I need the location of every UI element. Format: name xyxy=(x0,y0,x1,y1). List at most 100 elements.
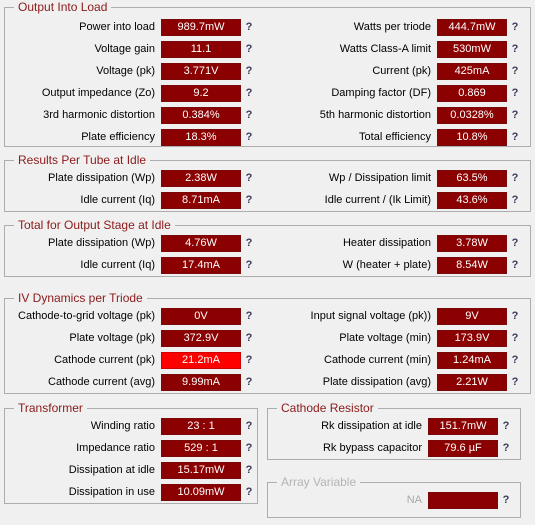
value-cathode-current-avg[interactable]: 9.99mA xyxy=(161,373,241,391)
value-cathode-current-pk[interactable]: 21.2mA xyxy=(161,351,241,369)
value-plate-efficiency[interactable]: 18.3% xyxy=(161,128,241,146)
label-input-signal-voltage-pk: Input signal voltage (pk)) xyxy=(310,310,431,322)
help-icon[interactable]: ? xyxy=(507,20,523,34)
help-icon[interactable]: ? xyxy=(241,20,257,34)
value-plate-dissipation-tube[interactable]: 2.38W xyxy=(161,169,241,187)
help-icon[interactable]: ? xyxy=(241,64,257,78)
label-voltage-pk: Voltage (pk) xyxy=(96,65,155,77)
label-voltage-gain: Voltage gain xyxy=(94,43,155,55)
help-icon[interactable]: ? xyxy=(507,309,523,323)
group-title-transformer: Transformer xyxy=(14,401,87,415)
value-watts-class-a-limit[interactable]: 530mW xyxy=(437,40,507,58)
label-cathode-to-grid-voltage-pk: Cathode-to-grid voltage (pk) xyxy=(18,310,155,322)
value-damping-factor[interactable]: 0.869 xyxy=(437,84,507,102)
help-icon[interactable]: ? xyxy=(507,331,523,345)
help-icon[interactable]: ? xyxy=(241,171,257,185)
value-plate-dissipation-avg[interactable]: 2.21W xyxy=(437,373,507,391)
value-voltage-gain[interactable]: 11.1 xyxy=(161,40,241,58)
row-plate-voltage-pk: Plate voltage (pk) 372.9V ? xyxy=(11,329,257,347)
help-icon[interactable]: ? xyxy=(241,130,257,144)
value-winding-ratio[interactable]: 23 : 1 xyxy=(161,417,241,435)
value-dissipation-at-idle[interactable]: 15.17mW xyxy=(161,461,241,479)
label-dissipation-in-use: Dissipation in use xyxy=(68,486,155,498)
help-icon[interactable]: ? xyxy=(241,193,257,207)
help-icon[interactable]: ? xyxy=(507,64,523,78)
value-idle-current-tube[interactable]: 8.71mA xyxy=(161,191,241,209)
value-power-into-load[interactable]: 989.7mW xyxy=(161,18,241,36)
help-icon[interactable]: ? xyxy=(241,236,257,250)
help-icon[interactable]: ? xyxy=(241,258,257,272)
value-w-heater-plate[interactable]: 8.54W xyxy=(437,256,507,274)
help-icon[interactable]: ? xyxy=(241,86,257,100)
group-output-into-load: Output Into Load Power into load 989.7mW… xyxy=(4,0,531,147)
label-current-pk: Current (pk) xyxy=(372,65,431,77)
row-3rd-harmonic-distortion: 3rd harmonic distortion 0.384% ? xyxy=(11,106,257,124)
value-plate-dissipation-total[interactable]: 4.76W xyxy=(161,234,241,252)
row-idle-current-total: Idle current (Iq) 17.4mA ? xyxy=(11,256,257,274)
help-icon[interactable]: ? xyxy=(507,193,523,207)
help-icon[interactable]: ? xyxy=(507,171,523,185)
value-plate-voltage-min[interactable]: 173.9V xyxy=(437,329,507,347)
help-icon[interactable]: ? xyxy=(498,419,514,433)
group-results-per-tube-at-idle: Results Per Tube at Idle Plate dissipati… xyxy=(4,153,531,212)
help-icon[interactable]: ? xyxy=(241,419,257,433)
value-voltage-pk[interactable]: 3.771V xyxy=(161,62,241,80)
help-icon[interactable]: ? xyxy=(507,353,523,367)
help-icon[interactable]: ? xyxy=(507,108,523,122)
value-5th-harmonic-distortion[interactable]: 0.0328% xyxy=(437,106,507,124)
value-total-efficiency[interactable]: 10.8% xyxy=(437,128,507,146)
help-icon[interactable]: ? xyxy=(507,130,523,144)
help-icon[interactable]: ? xyxy=(241,309,257,323)
help-icon[interactable]: ? xyxy=(241,441,257,455)
value-array-variable[interactable] xyxy=(428,491,498,509)
label-dissipation-at-idle: Dissipation at idle xyxy=(68,464,155,476)
help-icon[interactable]: ? xyxy=(498,441,514,455)
help-icon[interactable]: ? xyxy=(241,375,257,389)
label-impedance-ratio: Impedance ratio xyxy=(76,442,155,454)
row-w-heater-plate: W (heater + plate) 8.54W ? xyxy=(277,256,523,274)
label-plate-dissipation-avg: Plate dissipation (avg) xyxy=(322,376,431,388)
group-array-variable: Array Variable NA ? xyxy=(267,475,521,518)
value-rk-dissipation-at-idle[interactable]: 151.7mW xyxy=(428,417,498,435)
help-icon[interactable]: ? xyxy=(498,493,514,507)
label-idle-current-total: Idle current (Iq) xyxy=(80,259,155,271)
help-icon[interactable]: ? xyxy=(507,258,523,272)
row-idle-current-ik-limit: Idle current / (Ik Limit) 43.6% ? xyxy=(277,191,523,209)
group-transformer: Transformer Winding ratio 23 : 1 ? Imped… xyxy=(4,401,258,504)
value-cathode-to-grid-voltage-pk[interactable]: 0V xyxy=(161,307,241,325)
help-icon[interactable]: ? xyxy=(241,353,257,367)
value-current-pk[interactable]: 425mA xyxy=(437,62,507,80)
group-title-cathode-resistor: Cathode Resistor xyxy=(277,401,378,415)
row-rk-bypass-capacitor: Rk bypass capacitor 79.6 µF ? xyxy=(274,439,514,457)
row-input-signal-voltage-pk: Input signal voltage (pk)) 9V ? xyxy=(277,307,523,325)
row-dissipation-in-use: Dissipation in use 10.09mW ? xyxy=(11,483,257,501)
group-cathode-resistor: Cathode Resistor Rk dissipation at idle … xyxy=(267,401,521,460)
value-rk-bypass-capacitor[interactable]: 79.6 µF xyxy=(428,439,498,457)
help-icon[interactable]: ? xyxy=(507,375,523,389)
value-heater-dissipation[interactable]: 3.78W xyxy=(437,234,507,252)
label-5th-harmonic-distortion: 5th harmonic distortion xyxy=(319,109,431,121)
help-icon[interactable]: ? xyxy=(241,108,257,122)
value-3rd-harmonic-distortion[interactable]: 0.384% xyxy=(161,106,241,124)
value-cathode-current-min[interactable]: 1.24mA xyxy=(437,351,507,369)
value-dissipation-in-use[interactable]: 10.09mW xyxy=(161,483,241,501)
help-icon[interactable]: ? xyxy=(241,463,257,477)
help-icon[interactable]: ? xyxy=(241,485,257,499)
row-current-pk: Current (pk) 425mA ? xyxy=(277,62,523,80)
row-power-into-load: Power into load 989.7mW ? xyxy=(11,18,257,36)
value-idle-current-total[interactable]: 17.4mA xyxy=(161,256,241,274)
value-input-signal-voltage-pk[interactable]: 9V xyxy=(437,307,507,325)
value-impedance-ratio[interactable]: 529 : 1 xyxy=(161,439,241,457)
label-damping-factor: Damping factor (DF) xyxy=(331,87,431,99)
help-icon[interactable]: ? xyxy=(241,331,257,345)
help-icon[interactable]: ? xyxy=(241,42,257,56)
help-icon[interactable]: ? xyxy=(507,42,523,56)
row-plate-voltage-min: Plate voltage (min) 173.9V ? xyxy=(277,329,523,347)
help-icon[interactable]: ? xyxy=(507,86,523,100)
help-icon[interactable]: ? xyxy=(507,236,523,250)
value-wp-dissipation-limit[interactable]: 63.5% xyxy=(437,169,507,187)
value-output-impedance[interactable]: 9.2 xyxy=(161,84,241,102)
value-plate-voltage-pk[interactable]: 372.9V xyxy=(161,329,241,347)
value-watts-per-triode[interactable]: 444.7mW xyxy=(437,18,507,36)
value-idle-current-ik-limit[interactable]: 43.6% xyxy=(437,191,507,209)
